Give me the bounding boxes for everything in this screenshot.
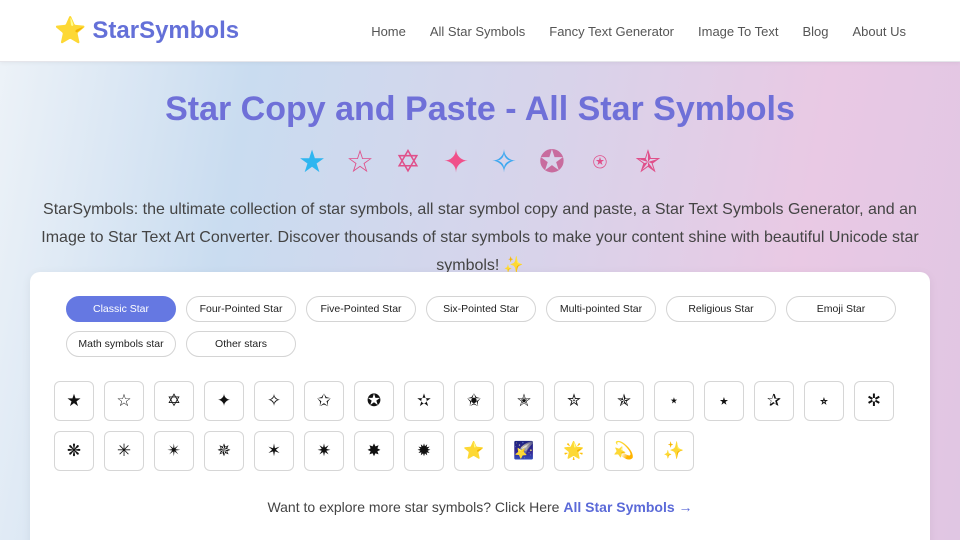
logo[interactable]: ⭐ StarSymbols	[54, 14, 239, 48]
nav-fancy-text-generator[interactable]: Fancy Text Generator	[549, 24, 674, 39]
category-tab[interactable]: Other stars	[186, 331, 296, 357]
star-symbol-button[interactable]: ✡	[154, 381, 194, 421]
decorative-star-icon: ☆	[346, 143, 374, 180]
star-symbol-button[interactable]: ✩	[304, 381, 344, 421]
category-tab[interactable]: Religious Star	[666, 296, 776, 322]
star-symbol-button[interactable]: ✶	[254, 431, 294, 471]
star-symbol-button[interactable]: ✭	[504, 381, 544, 421]
nav-all-star-symbols[interactable]: All Star Symbols	[430, 24, 525, 39]
decorative-star-icon: ✡	[395, 143, 421, 180]
star-symbol-button[interactable]: ⭑	[704, 381, 744, 421]
star-symbol-button[interactable]: ✹	[404, 431, 444, 471]
star-symbol-button[interactable]: ✯	[604, 381, 644, 421]
star-symbol-button[interactable]: ✫	[404, 381, 444, 421]
star-symbol-button[interactable]: ✸	[354, 431, 394, 471]
star-symbol-button[interactable]: ✬	[454, 381, 494, 421]
category-tab[interactable]: Math symbols star	[66, 331, 176, 357]
star-symbol-button[interactable]: ✦	[204, 381, 244, 421]
nav-home[interactable]: Home	[371, 24, 406, 39]
star-symbol-button[interactable]: ✷	[304, 431, 344, 471]
all-star-symbols-link[interactable]: All Star Symbols →	[563, 499, 692, 515]
decorative-star-icon: ✧	[491, 143, 517, 180]
star-symbol-button[interactable]: ⭐	[454, 431, 494, 471]
star-symbol-button[interactable]: ✴	[154, 431, 194, 471]
star-symbol-button[interactable]: ✲	[854, 381, 894, 421]
category-tabs: Classic Star Four-Pointed Star Five-Pointe…	[66, 296, 906, 357]
explore-more-text: Want to explore more star symbols? Click…	[267, 499, 564, 515]
nav-blog[interactable]: Blog	[802, 24, 828, 39]
star-symbol-button[interactable]: ⭒	[804, 381, 844, 421]
decorative-star-icon: ✪	[539, 143, 565, 180]
nav-links: Home All Star Symbols Fancy Text Generat…	[371, 0, 906, 62]
explore-more: Want to explore more star symbols? Click…	[30, 499, 930, 515]
page-title: Star Copy and Paste - All Star Symbols	[165, 90, 795, 128]
symbol-grid: ★ ☆ ✡ ✦ ✧ ✩ ✪ ✫ ✬ ✭ ✮ ✯ ⋆ ⭑ ✰ ⭒ ✲ ❋ ✳ ✴ ✵ ✶ ✷ ✸ ✹ ⭐ 🌠 🌟 💫 ✨	[54, 381, 904, 471]
logo-text: StarSymbols	[92, 17, 240, 44]
intro-text: StarSymbols: the ultimate collection of …	[41, 201, 919, 274]
star-symbol-button[interactable]: ☆	[104, 381, 144, 421]
star-symbol-button[interactable]: 🌟	[554, 431, 594, 471]
nav-about-us[interactable]: About Us	[853, 24, 906, 39]
star-symbol-button[interactable]: ✧	[254, 381, 294, 421]
category-tab[interactable]: Multi-pointed Star	[546, 296, 656, 322]
category-tab[interactable]: Four-Pointed Star	[186, 296, 296, 322]
star-symbol-button[interactable]: ⋆	[654, 381, 694, 421]
star-symbol-button[interactable]: ✰	[754, 381, 794, 421]
star-symbol-button[interactable]: 🌠	[504, 431, 544, 471]
decorative-stars-row: ★ ☆ ✡ ✦ ✧ ✪ ⍟ ✯	[0, 142, 960, 182]
decorative-star-icon: ★	[298, 143, 326, 180]
category-tab[interactable]: Five-Pointed Star	[306, 296, 416, 322]
star-symbol-button[interactable]: ✮	[554, 381, 594, 421]
decorative-star-icon: ⍟	[592, 148, 608, 176]
star-symbol-button[interactable]: 💫	[604, 431, 644, 471]
star-symbol-button[interactable]: ❋	[54, 431, 94, 471]
star-symbol-button[interactable]: ✵	[204, 431, 244, 471]
symbols-panel: Classic Star Four-Pointed Star Five-Pointe…	[30, 272, 930, 540]
category-tab[interactable]: Classic Star	[66, 296, 176, 322]
nav-image-to-text[interactable]: Image To Text	[698, 24, 778, 39]
star-symbol-button[interactable]: ★	[54, 381, 94, 421]
decorative-star-icon: ✯	[635, 143, 661, 180]
star-symbol-button[interactable]: ✳	[104, 431, 144, 471]
star-symbol-button[interactable]: ✪	[354, 381, 394, 421]
category-tab[interactable]: Emoji Star	[786, 296, 896, 322]
star-logo-icon: ⭐	[54, 16, 87, 46]
navbar: ⭐ StarSymbols Home All Star Symbols Fanc…	[0, 0, 960, 62]
star-symbol-button[interactable]: ✨	[654, 431, 694, 471]
decorative-star-icon: ✦	[443, 143, 469, 180]
category-tab[interactable]: Six-Pointed Star	[426, 296, 536, 322]
